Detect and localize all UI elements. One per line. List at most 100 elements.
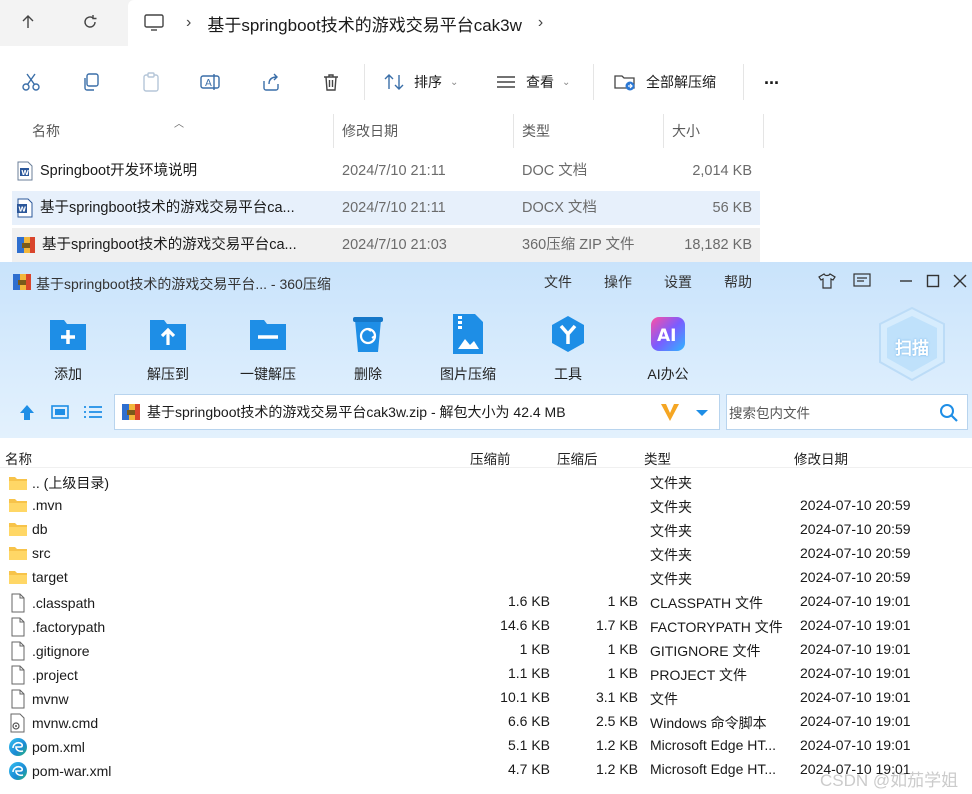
image-compress-icon <box>446 312 490 356</box>
menu-file[interactable]: 文件 <box>544 272 572 292</box>
delete-icon[interactable] <box>317 68 345 96</box>
archive-file-date: 2024-07-10 20:59 <box>800 569 911 585</box>
breadcrumb[interactable]: › 基于springboot技术的游戏交易平台cak3w › <box>128 0 972 46</box>
archive-file-name-cell: mvnw.cmd <box>8 713 98 733</box>
menu-help[interactable]: 帮助 <box>724 272 752 292</box>
breadcrumb-folder[interactable]: 基于springboot技术的游戏交易平台cak3w <box>207 11 522 36</box>
archive-size-after: 1 KB <box>607 593 638 609</box>
chevron-right-icon[interactable]: › <box>186 14 191 32</box>
extract-to-icon <box>146 312 190 356</box>
thumbnail-view-icon[interactable] <box>50 394 70 430</box>
zip-app-logo-icon <box>12 272 32 292</box>
skin-shirt-icon[interactable] <box>816 270 838 292</box>
list-view-icon[interactable] <box>82 394 104 430</box>
zip-archive-icon <box>121 402 141 422</box>
chevron-down-icon: ⌄ <box>450 76 459 88</box>
add-button[interactable]: 添加 <box>23 312 113 384</box>
folder-icon <box>8 545 28 561</box>
archive-file-row[interactable]: .gitignore 1 KB 1 KB GITIGNORE 文件 2024-07-10… <box>0 638 972 662</box>
one-click-extract-button[interactable]: 一键解压 <box>223 312 313 384</box>
cut-icon[interactable] <box>17 68 45 96</box>
archive-size-after: 1.2 KB <box>595 761 638 777</box>
copy-icon[interactable] <box>77 68 105 96</box>
archive-path-field[interactable]: 基于springboot技术的游戏交易平台cak3w.zip - 解包大小为 4… <box>114 394 720 430</box>
image-compress-button[interactable]: 图片压缩 <box>423 312 513 384</box>
zip-archive-window: 基于springboot技术的游戏交易平台... - 360压缩 文件 操作 设… <box>0 262 972 794</box>
column-header-after[interactable]: 压缩后 <box>557 448 598 468</box>
archive-file-type: 文件夹 <box>650 475 692 491</box>
column-header-before[interactable]: 压缩前 <box>470 448 511 468</box>
up-level-button[interactable] <box>18 394 38 430</box>
tools-button[interactable]: 工具 <box>523 312 613 384</box>
archive-file-row[interactable]: .. (上级目录) 文件夹 <box>0 470 972 494</box>
file-row[interactable]: W 基于springboot技术的游戏交易平台ca... 2024/7/10 2… <box>12 191 760 225</box>
cmd-script-icon <box>8 713 28 733</box>
column-header-date[interactable]: 修改日期 <box>794 448 848 468</box>
file-name-cell: W 基于springboot技术的游戏交易平台ca... <box>12 191 334 225</box>
feedback-icon[interactable] <box>851 270 873 292</box>
column-header-type[interactable]: 类型 <box>644 448 671 468</box>
ai-office-button[interactable]: AI AI办公 <box>623 312 713 384</box>
file-row[interactable]: 基于springboot技术的游戏交易平台ca... 2024/7/10 21:… <box>12 228 760 262</box>
archive-file-row[interactable]: src 文件夹 2024-07-10 20:59 <box>0 542 972 566</box>
extract-all-button[interactable]: 全部解压缩 <box>614 68 716 96</box>
delete-button[interactable]: 删除 <box>323 312 413 384</box>
file-name: Springboot开发环境说明 <box>40 163 198 179</box>
archive-file-row[interactable]: mvnw 10.1 KB 3.1 KB 文件 2024-07-10 19:01 <box>0 686 972 710</box>
archive-file-row[interactable]: .project 1.1 KB 1 KB PROJECT 文件 2024-07-10 1… <box>0 662 972 686</box>
archive-file-row[interactable]: .factorypath 14.6 KB 1.7 KB FACTORYPATH 文件 2… <box>0 614 972 638</box>
archive-size-before: 14.6 KB <box>500 617 550 633</box>
extract-to-button[interactable]: 解压到 <box>123 312 213 384</box>
archive-file-name-cell: .gitignore <box>8 641 90 661</box>
archive-file-date: 2024-07-10 19:01 <box>800 689 911 705</box>
sort-button[interactable]: 排序 ⌄ <box>384 68 458 96</box>
column-header-name[interactable]: 名称 ︿ <box>12 114 334 148</box>
dropdown-arrow-icon[interactable] <box>695 409 709 417</box>
archive-file-row[interactable]: mvnw.cmd 6.6 KB 2.5 KB Windows 命令脚本 2024-07-… <box>0 710 972 734</box>
archive-file-type: CLASSPATH 文件 <box>650 595 764 611</box>
close-icon[interactable] <box>949 270 971 292</box>
archive-file-type: GITIGNORE 文件 <box>650 643 761 659</box>
scan-button[interactable]: 扫描 <box>876 306 948 382</box>
archive-file-row[interactable]: db 文件夹 2024-07-10 20:59 <box>0 518 972 542</box>
view-button[interactable]: 查看 ⌄ <box>496 68 570 96</box>
archive-file-row[interactable]: pom.xml 5.1 KB 1.2 KB Microsoft Edge HT... 2… <box>0 734 972 758</box>
menu-operation[interactable]: 操作 <box>604 272 632 292</box>
rename-icon[interactable]: A <box>197 68 225 96</box>
column-header-name[interactable]: 名称 <box>5 448 32 468</box>
minimize-icon[interactable] <box>895 270 917 292</box>
search-icon[interactable] <box>939 403 959 423</box>
file-name: 基于springboot技术的游戏交易平台ca... <box>42 237 297 253</box>
archive-file-row[interactable]: .mvn 文件夹 2024-07-10 20:59 <box>0 494 972 518</box>
more-options-button[interactable]: ... <box>764 64 779 92</box>
archive-file-row[interactable]: target 文件夹 2024-07-10 20:59 <box>0 566 972 590</box>
tools-label: 工具 <box>554 366 582 382</box>
file-size: 56 KB <box>712 200 753 216</box>
file-icon <box>8 593 28 613</box>
paste-icon[interactable] <box>137 68 165 96</box>
archive-file-name-cell: pom-war.xml <box>8 761 111 781</box>
archive-file-name: .mvn <box>32 497 63 513</box>
archive-file-type: FACTORYPATH 文件 <box>650 619 783 635</box>
archive-search-input[interactable]: 搜索包内文件 <box>726 394 968 430</box>
share-icon[interactable] <box>257 68 285 96</box>
chevron-right-icon[interactable]: › <box>538 14 543 32</box>
up-arrow-icon[interactable] <box>14 8 42 36</box>
column-headers: 名称 ︿ 修改日期 类型 大小 <box>12 114 764 148</box>
menu-settings[interactable]: 设置 <box>664 272 692 292</box>
word-doc-icon: W <box>16 198 34 218</box>
file-size: 18,182 KB <box>684 237 752 253</box>
computer-icon[interactable] <box>144 14 164 32</box>
column-header-date[interactable]: 修改日期 <box>334 114 514 148</box>
maximize-icon[interactable] <box>922 270 944 292</box>
column-header-type[interactable]: 类型 <box>514 114 664 148</box>
refresh-icon[interactable] <box>76 8 104 36</box>
file-explorer: › 基于springboot技术的游戏交易平台cak3w › A 排序 ⌄ 查看… <box>0 0 972 262</box>
file-row[interactable]: W Springboot开发环境说明 2024/7/10 21:11 DOC 文… <box>12 154 760 188</box>
column-header-size[interactable]: 大小 <box>664 114 764 148</box>
view-icon <box>496 74 516 90</box>
archive-file-row[interactable]: .classpath 1.6 KB 1 KB CLASSPATH 文件 2024-07-… <box>0 590 972 614</box>
file-name-cell: W Springboot开发环境说明 <box>12 154 334 188</box>
archive-file-name: .. (上级目录) <box>32 475 109 491</box>
archive-file-date: 2024-07-10 20:59 <box>800 545 911 561</box>
